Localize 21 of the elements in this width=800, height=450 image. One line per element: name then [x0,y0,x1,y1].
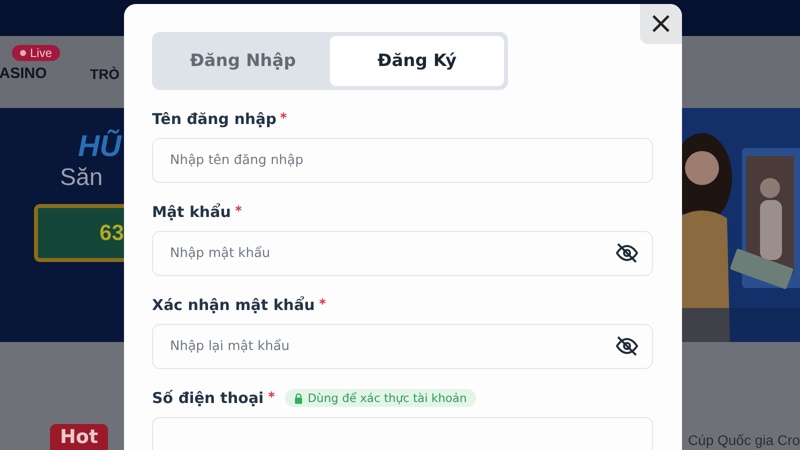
news-title[interactable]: Cúp Quốc gia Cro [688,432,800,450]
tab[interactable]: Đăng Nhập [156,36,330,86]
input-field[interactable]: Nhập mật khẩu [152,231,653,276]
field-label: Tên đăng nhập [152,110,276,128]
lock-icon [294,392,303,404]
field-label: Xác nhận mật khẩu [152,296,315,314]
input-field[interactable]: Nhập lại mật khẩu [152,324,653,369]
hint-text: Dùng để xác thực tài khoản [308,391,467,405]
input-field[interactable] [152,417,653,450]
live-badge: Live [12,45,60,61]
nav-link[interactable]: TRÒ [90,66,120,82]
field-label: Số điện thoại [152,389,264,407]
eye-off-icon[interactable] [615,241,639,265]
input-field[interactable]: Nhập tên đăng nhập [152,138,653,183]
banner-subtitle: Săn [60,164,103,192]
banner-title: HŨ [78,130,122,164]
field-label: Mật khẩu [152,203,231,221]
tab[interactable]: Đăng Ký [330,36,504,86]
close-button[interactable]: × [640,4,682,44]
eye-off-icon[interactable] [615,334,639,358]
hot-badge: Hot [50,424,108,450]
